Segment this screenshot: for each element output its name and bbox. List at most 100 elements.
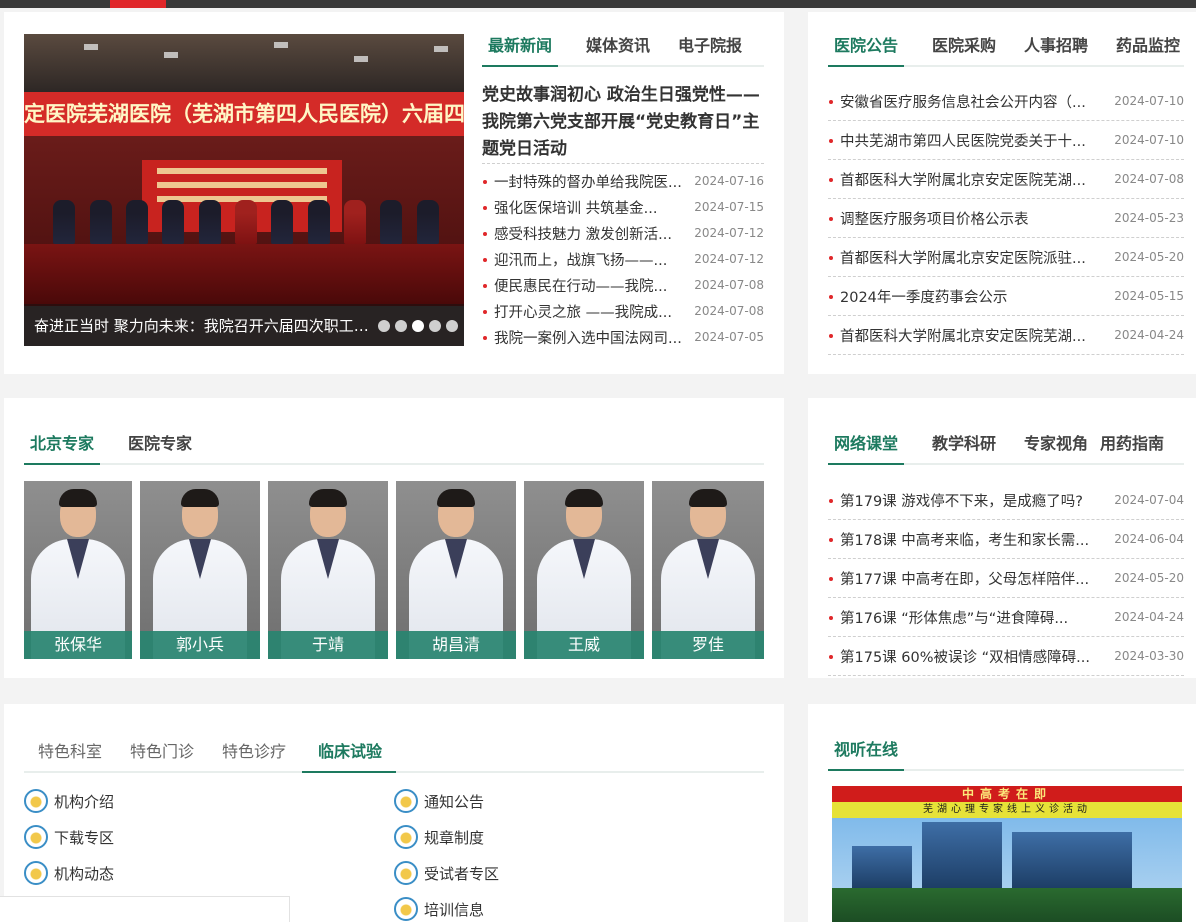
tab-hospital-experts[interactable]: 医院专家 xyxy=(128,430,192,463)
tab-recruitment[interactable]: 人事招聘 xyxy=(1024,32,1088,65)
video-tabs: 视听在线 xyxy=(828,736,1184,771)
list-item[interactable]: 2024年一季度药事会公示 2024-05-15 xyxy=(828,277,1184,316)
tab-medication-guide[interactable]: 用药指南 xyxy=(1100,430,1164,463)
trial-link-label: 机构动态 xyxy=(54,864,115,883)
list-item-title[interactable]: 安徽省医疗服务信息社会公开内容（... xyxy=(828,91,1114,112)
tab-procurement[interactable]: 医院采购 xyxy=(932,32,996,65)
headline-news[interactable]: 党史故事润初心 政治生日强党性——我院第六党支部开展“党史教育日”主题党日活动 xyxy=(482,82,764,164)
list-item-title[interactable]: 2024年一季度药事会公示 xyxy=(828,286,1114,307)
expert-name: 张保华 xyxy=(24,631,132,659)
slide-caption[interactable]: 奋进正当时 聚力向未来：我院召开六届四次职工代表大会 xyxy=(34,306,374,346)
slide-dot[interactable] xyxy=(446,320,458,332)
list-item-title[interactable]: 感受科技魅力 激发创新活... xyxy=(482,223,690,244)
tab-special-treatments[interactable]: 特色诊疗 xyxy=(222,738,286,771)
list-item-title[interactable]: 迎汛而上，战旗飞扬——... xyxy=(482,249,690,270)
news-list: 一封特殊的督办单给我院医... 2024-07-16 强化医保培训 共筑基金... 2… xyxy=(482,168,764,350)
list-item[interactable]: 安徽省医疗服务信息社会公开内容（... 2024-07-10 xyxy=(828,82,1184,121)
list-item[interactable]: 第177课 中高考在即，父母怎样陪伴... 2024-05-20 xyxy=(828,559,1184,598)
slide-dot[interactable] xyxy=(395,320,407,332)
list-item-title[interactable]: 第177课 中高考在即，父母怎样陪伴... xyxy=(828,568,1114,589)
expert-card[interactable]: 罗佳 xyxy=(652,481,764,659)
slide-dot[interactable] xyxy=(378,320,390,332)
trial-link[interactable]: 规章制度 xyxy=(394,824,764,850)
trial-link-icon xyxy=(394,897,418,921)
list-item[interactable]: 首都医科大学附属北京安定医院派驻... 2024-05-20 xyxy=(828,238,1184,277)
tab-expert-view[interactable]: 专家视角 xyxy=(1024,430,1088,463)
horizontal-scrollbar[interactable] xyxy=(0,896,290,922)
notice-tabs: 医院公告 医院采购 人事招聘 药品监控 xyxy=(828,32,1184,67)
expert-name: 郭小兵 xyxy=(140,631,260,659)
trial-link-label: 培训信息 xyxy=(424,900,485,919)
news-slideshow[interactable]: 定医院芜湖医院（芜湖市第四人民医院）六届四次职工代表暨会 奋进正当时 聚力向未来… xyxy=(24,34,464,346)
video-thumbnail[interactable]: 中高考在即 芜湖心理专家线上义诊活动 xyxy=(832,786,1182,922)
expert-card[interactable]: 胡昌清 xyxy=(396,481,516,659)
list-item-title[interactable]: 第175课 60%被误诊 “双相情感障碍... xyxy=(828,646,1114,667)
tab-drug-monitoring[interactable]: 药品监控 xyxy=(1116,32,1180,65)
trial-link-label: 通知公告 xyxy=(424,792,485,811)
expert-name: 胡昌清 xyxy=(396,631,516,659)
trial-link-label: 机构介绍 xyxy=(54,792,115,811)
tab-media-news[interactable]: 媒体资讯 xyxy=(586,32,650,65)
slide-dot[interactable] xyxy=(412,320,424,332)
list-item[interactable]: 打开心灵之旅 ——我院成... 2024-07-08 xyxy=(482,298,764,324)
tab-teaching-research[interactable]: 教学科研 xyxy=(932,430,996,463)
tab-hospital-notice[interactable]: 医院公告 xyxy=(828,32,905,67)
trial-link[interactable]: 下载专区 xyxy=(24,824,394,850)
list-item[interactable]: 迎汛而上，战旗飞扬——... 2024-07-12 xyxy=(482,246,764,272)
expert-card[interactable]: 王威 xyxy=(524,481,644,659)
nav-active-indicator[interactable] xyxy=(110,0,166,8)
list-item-title[interactable]: 第179课 游戏停不下来，是成瘾了吗? xyxy=(828,490,1114,511)
trial-link[interactable]: 通知公告 xyxy=(394,788,764,814)
list-item-title[interactable]: 一封特殊的督办单给我院医... xyxy=(482,171,690,192)
list-item-title[interactable]: 中共芜湖市第四人民医院党委关于十... xyxy=(828,130,1114,151)
tab-clinical-trials[interactable]: 临床试验 xyxy=(302,738,397,773)
trial-link[interactable]: 机构介绍 xyxy=(24,788,394,814)
list-item-date: 2024-03-30 xyxy=(1114,649,1184,663)
tab-special-clinics[interactable]: 特色门诊 xyxy=(130,738,194,771)
list-item-title[interactable]: 便民惠民在行动——我院... xyxy=(482,275,690,296)
expert-card[interactable]: 于靖 xyxy=(268,481,388,659)
list-item[interactable]: 第175课 60%被误诊 “双相情感障碍... 2024-03-30 xyxy=(828,637,1184,676)
list-item[interactable]: 第176课 “形体焦虑”与“进食障碍... 2024-04-24 xyxy=(828,598,1184,637)
list-item-title[interactable]: 首都医科大学附属北京安定医院派驻... xyxy=(828,247,1114,268)
trial-link[interactable]: 机构动态 xyxy=(24,860,394,886)
list-item-title[interactable]: 第178课 中高考来临，考生和家长需... xyxy=(828,529,1114,550)
list-item-title[interactable]: 首都医科大学附属北京安定医院芜湖... xyxy=(828,169,1114,190)
expert-tabs: 北京专家 医院专家 xyxy=(24,430,764,465)
list-item[interactable]: 我院一案例入选中国法网司... 2024-07-05 xyxy=(482,324,764,350)
tab-e-newspaper[interactable]: 电子院报 xyxy=(678,32,742,65)
list-item[interactable]: 强化医保培训 共筑基金... 2024-07-15 xyxy=(482,194,764,220)
tab-beijing-experts[interactable]: 北京专家 xyxy=(24,430,101,465)
trial-link[interactable]: 受试者专区 xyxy=(394,860,764,886)
list-item[interactable]: 第178课 中高考来临，考生和家长需... 2024-06-04 xyxy=(828,520,1184,559)
list-item-title[interactable]: 我院一案例入选中国法网司... xyxy=(482,327,690,348)
list-item[interactable]: 感受科技魅力 激发创新活... 2024-07-12 xyxy=(482,220,764,246)
slide-dot[interactable] xyxy=(429,320,441,332)
list-item-date: 2024-05-23 xyxy=(1114,211,1184,225)
list-item[interactable]: 首都医科大学附属北京安定医院芜湖... 2024-04-24 xyxy=(828,316,1184,355)
expert-card[interactable]: 张保华 xyxy=(24,481,132,659)
slide-dots xyxy=(373,320,458,332)
slide-table xyxy=(24,244,464,304)
list-item-title[interactable]: 第176课 “形体焦虑”与“进食障碍... xyxy=(828,607,1114,628)
list-item[interactable]: 首都医科大学附属北京安定医院芜湖... 2024-07-08 xyxy=(828,160,1184,199)
list-item[interactable]: 第179课 游戏停不下来，是成瘾了吗? 2024-07-04 xyxy=(828,481,1184,520)
list-item[interactable]: 中共芜湖市第四人民医院党委关于十... 2024-07-10 xyxy=(828,121,1184,160)
tab-online-classroom[interactable]: 网络课堂 xyxy=(828,430,905,465)
trial-link[interactable]: 培训信息 xyxy=(394,896,764,922)
list-item[interactable]: 便民惠民在行动——我院... 2024-07-08 xyxy=(482,272,764,298)
list-item-date: 2024-07-15 xyxy=(694,200,764,214)
list-item-title[interactable]: 强化医保培训 共筑基金... xyxy=(482,197,690,218)
list-item[interactable]: 一封特殊的督办单给我院医... 2024-07-16 xyxy=(482,168,764,194)
expert-gallery: 张保华 郭小兵 于靖 胡昌清 王威 罗佳 xyxy=(24,481,764,659)
tab-latest-news[interactable]: 最新新闻 xyxy=(482,32,559,67)
list-item[interactable]: 调整医疗服务项目价格公示表 2024-05-23 xyxy=(828,199,1184,238)
tab-special-departments[interactable]: 特色科室 xyxy=(24,738,102,771)
slide-ceiling xyxy=(24,34,464,94)
expert-card[interactable]: 郭小兵 xyxy=(140,481,260,659)
list-item-title[interactable]: 调整医疗服务项目价格公示表 xyxy=(828,208,1114,229)
list-item-title[interactable]: 打开心灵之旅 ——我院成... xyxy=(482,301,690,322)
tab-video-online[interactable]: 视听在线 xyxy=(828,736,905,771)
list-item-date: 2024-07-10 xyxy=(1114,94,1184,108)
list-item-title[interactable]: 首都医科大学附属北京安定医院芜湖... xyxy=(828,325,1114,346)
